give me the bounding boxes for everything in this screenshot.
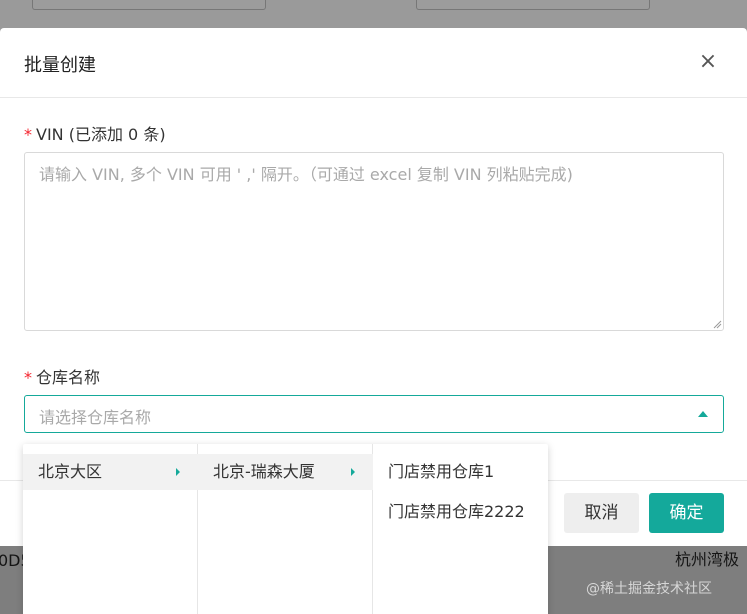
vin-label-text: VIN (已添加 0 条) (36, 125, 166, 144)
cascader-column-site: 北京-瑞森大厦 (198, 444, 373, 614)
close-icon[interactable]: × (696, 50, 720, 74)
modal-title: 批量创建 (24, 55, 96, 76)
background-input (32, 0, 266, 10)
resize-grip-icon[interactable] (712, 319, 722, 329)
modal-header: 批量创建 × (0, 28, 747, 98)
warehouse-label: * 仓库名称 (24, 364, 100, 388)
vin-textarea[interactable] (24, 152, 724, 331)
required-mark: * (24, 368, 32, 387)
background-input (416, 0, 650, 10)
vin-label: * VIN (已添加 0 条) (24, 121, 166, 145)
background-cell-text: 杭州湾极 (675, 550, 740, 569)
warehouse-select[interactable]: 请选择仓库名称 (24, 395, 724, 433)
caret-up-icon (698, 411, 708, 417)
cascader-option-warehouse[interactable]: 门店禁用仓库1 (373, 454, 548, 490)
cascader-option-site[interactable]: 北京-瑞森大厦 (198, 454, 373, 490)
background-page-top (0, 0, 747, 30)
warehouse-cascader-dropdown: 北京大区 北京-瑞森大厦 门店禁用仓库1 门店禁用仓库2222 (23, 444, 548, 614)
cascader-column-warehouse: 门店禁用仓库1 门店禁用仓库2222 (373, 444, 548, 614)
cascader-option-label: 北京-瑞森大厦 (213, 462, 315, 481)
watermark: @稀土掘金技术社区 (586, 581, 712, 597)
caret-right-icon (351, 468, 355, 476)
cascader-column-region: 北京大区 (23, 444, 198, 614)
confirm-button[interactable]: 确定 (649, 493, 724, 533)
warehouse-select-placeholder: 请选择仓库名称 (39, 408, 152, 427)
required-mark: * (24, 125, 32, 144)
warehouse-label-text: 仓库名称 (36, 368, 101, 387)
cancel-button[interactable]: 取消 (564, 493, 639, 533)
caret-right-icon (176, 468, 180, 476)
cascader-option-warehouse[interactable]: 门店禁用仓库2222 (373, 494, 548, 530)
cascader-option-region[interactable]: 北京大区 (23, 454, 198, 490)
cascader-option-label: 北京大区 (38, 462, 103, 481)
